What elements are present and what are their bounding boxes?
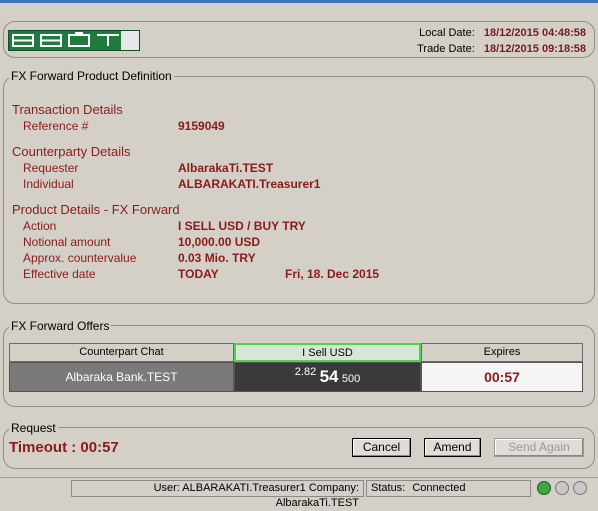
effective-label: Effective date (23, 267, 96, 281)
trade-date-row: Trade Date: 18/12/2015 09:18:58 (417, 43, 586, 55)
rate-small: 2.82 (294, 366, 317, 378)
360t-logo (8, 30, 140, 51)
action-value: I SELL USD / BUY TRY (178, 219, 306, 233)
trade-date-value: 18/12/2015 09:18:58 (483, 43, 586, 55)
individual-label: Individual (23, 177, 74, 191)
connection-grey-icon-2 (573, 481, 587, 495)
product-definition-title: FX Forward Product Definition (9, 69, 174, 83)
status-user-info: User: ALBARAKATI.Treasurer1 Company: Alb… (71, 480, 364, 509)
counterparty-heading: Counterparty Details (12, 144, 131, 159)
rate-big: 54 (319, 367, 339, 386)
local-date-value: 18/12/2015 04:48:58 (483, 27, 586, 39)
local-date-label: Local Date: (419, 27, 475, 39)
reference-label: Reference # (23, 119, 89, 133)
offer-expires-value: 00:57 (484, 369, 520, 385)
app-window: Local Date: 18/12/2015 04:48:58 Trade Da… (0, 0, 598, 509)
product-heading: Product Details - FX Forward (12, 202, 180, 217)
offer-counterpart-name: Albaraka Bank.TEST (65, 370, 178, 384)
status-connection: Status: Connected (366, 480, 531, 497)
reference-value: 9159049 (178, 119, 225, 133)
effective-value: TODAY (178, 267, 219, 281)
local-date-row: Local Date: 18/12/2015 04:48:58 (419, 27, 586, 39)
request-title: Request (9, 421, 58, 435)
approx-label: Approx. countervalue (23, 251, 137, 265)
offer-rate-cell[interactable]: 2.82 54 500 (234, 362, 421, 392)
individual-value: ALBARAKATI.Treasurer1 (178, 177, 321, 191)
offer-counterpart-cell[interactable]: Albaraka Bank.TEST (9, 362, 234, 392)
cancel-button[interactable]: Cancel (352, 438, 411, 457)
notional-label: Notional amount (23, 235, 111, 249)
notional-value: 10,000.00 USD (178, 235, 261, 249)
connection-grey-icon (555, 481, 569, 495)
amend-button[interactable]: Amend (424, 438, 481, 457)
transaction-heading: Transaction Details (12, 102, 123, 117)
connection-green-icon (537, 481, 551, 495)
col-i-sell-usd[interactable]: I Sell USD (234, 343, 421, 362)
trade-date-label: Trade Date: (417, 43, 475, 55)
col-counterpart-chat[interactable]: Counterpart Chat (9, 343, 234, 362)
status-label: Status: (371, 482, 406, 494)
status-value: Connected (412, 482, 466, 494)
col-expires[interactable]: Expires (421, 343, 583, 362)
send-again-button[interactable]: Send Again (494, 438, 584, 457)
offer-expires-cell: 00:57 (421, 362, 583, 392)
requester-label: Requester (23, 161, 79, 175)
action-label: Action (23, 219, 57, 233)
requester-value: AlbarakaTi.TEST (178, 161, 274, 175)
timeout-label: Timeout : 00:57 (9, 439, 119, 456)
rate-tail: 500 (341, 373, 361, 385)
effective-date: Fri, 18. Dec 2015 (285, 267, 380, 281)
offers-title: FX Forward Offers (9, 319, 112, 333)
approx-value: 0.03 Mio. TRY (178, 251, 256, 265)
